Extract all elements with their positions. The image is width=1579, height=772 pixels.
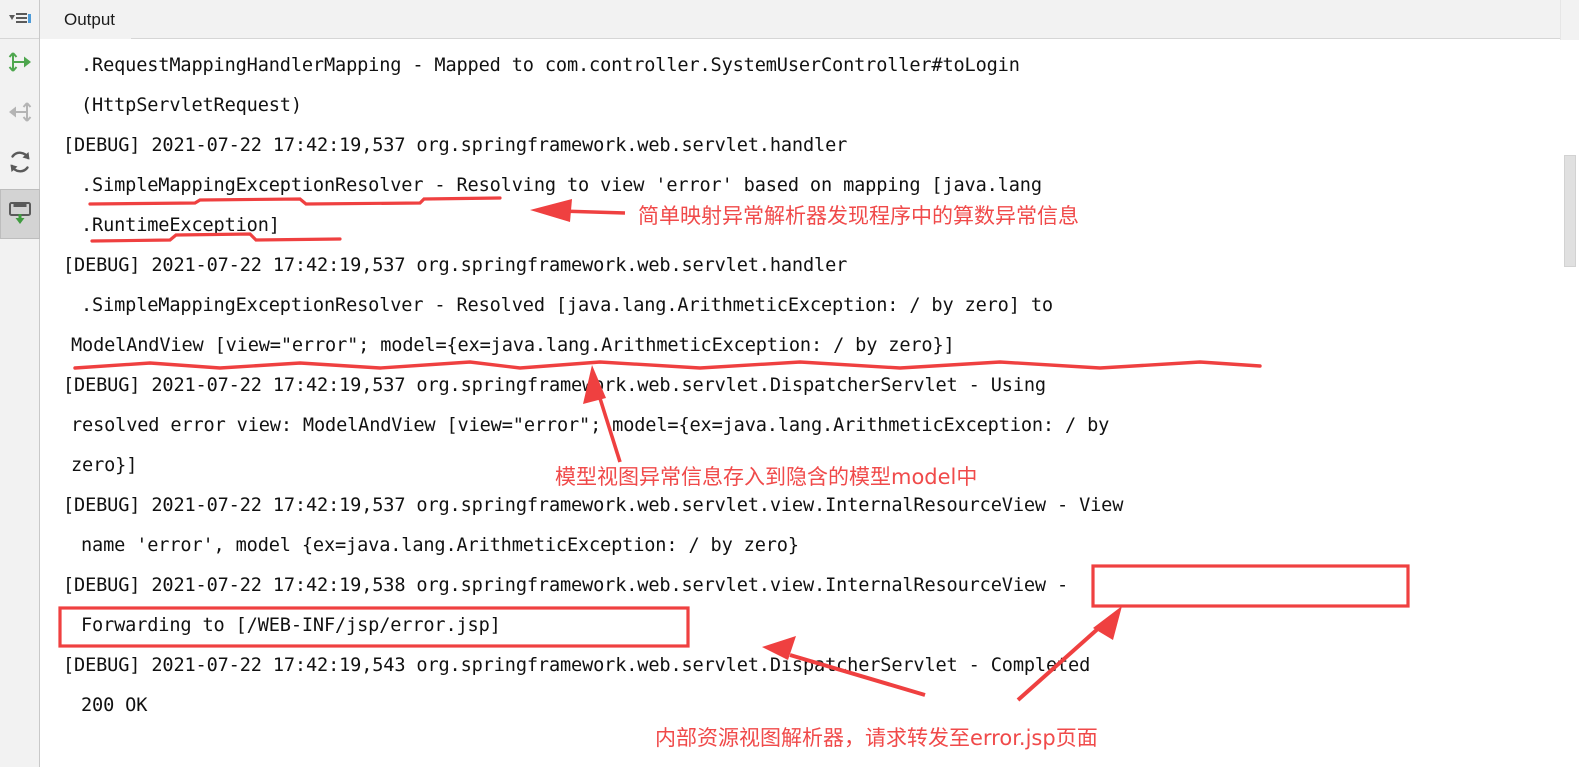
menu-lines-icon[interactable] [8, 10, 32, 28]
scroll-to-end-icon [7, 49, 33, 80]
log-line: resolved error view: ModelAndView [view=… [71, 415, 1110, 436]
rerun-icon [7, 149, 33, 180]
output-toolbar [0, 0, 40, 767]
log-line: [DEBUG] 2021-07-22 17:42:19,543 org.spri… [63, 655, 1091, 676]
vertical-scrollbar-thumb[interactable] [1564, 155, 1576, 267]
export-to-file-button[interactable] [0, 189, 40, 239]
log-line: [DEBUG] 2021-07-22 17:42:19,537 org.spri… [63, 255, 848, 276]
log-text: .RequestMappingHandlerMapping - Mapped t… [41, 40, 1123, 726]
log-line: name 'error', model {ex=java.lang.Arithm… [81, 535, 799, 556]
rerun-button[interactable] [0, 139, 40, 189]
vertical-scrollbar[interactable] [1561, 40, 1579, 767]
log-line: [DEBUG] 2021-07-22 17:42:19,538 org.spri… [63, 575, 1069, 596]
log-line: [DEBUG] 2021-07-22 17:42:19,537 org.spri… [63, 375, 1046, 396]
log-line: ModelAndView [view="error"; model={ex=ja… [71, 335, 955, 356]
log-line: .SimpleMappingExceptionResolver - Resolv… [81, 175, 1042, 196]
log-line: (HttpServletRequest) [81, 95, 302, 116]
log-line: .RequestMappingHandlerMapping - Mapped t… [81, 55, 1020, 76]
tab-bar: Output [40, 0, 1579, 39]
log-line: 200 OK [81, 695, 148, 716]
gutter-header [0, 0, 39, 39]
export-to-file-icon [7, 199, 33, 230]
scrollbar-corner [1560, 0, 1579, 40]
log-line: [DEBUG] 2021-07-22 17:42:19,537 org.spri… [63, 495, 1124, 516]
output-console[interactable]: .RequestMappingHandlerMapping - Mapped t… [41, 40, 1561, 767]
tab-output[interactable]: Output [40, 0, 132, 39]
soft-wrap-icon [7, 99, 33, 130]
log-line: .SimpleMappingExceptionResolver - Resolv… [81, 295, 1053, 316]
log-line: .RuntimeException] [81, 215, 280, 236]
soft-wrap-button[interactable] [0, 89, 40, 139]
scroll-to-end-button[interactable] [0, 39, 40, 89]
log-line: [DEBUG] 2021-07-22 17:42:19,537 org.spri… [63, 135, 848, 156]
log-line: Forwarding to [/WEB-INF/jsp/error.jsp] [81, 615, 501, 636]
log-line: zero}] [71, 455, 138, 476]
